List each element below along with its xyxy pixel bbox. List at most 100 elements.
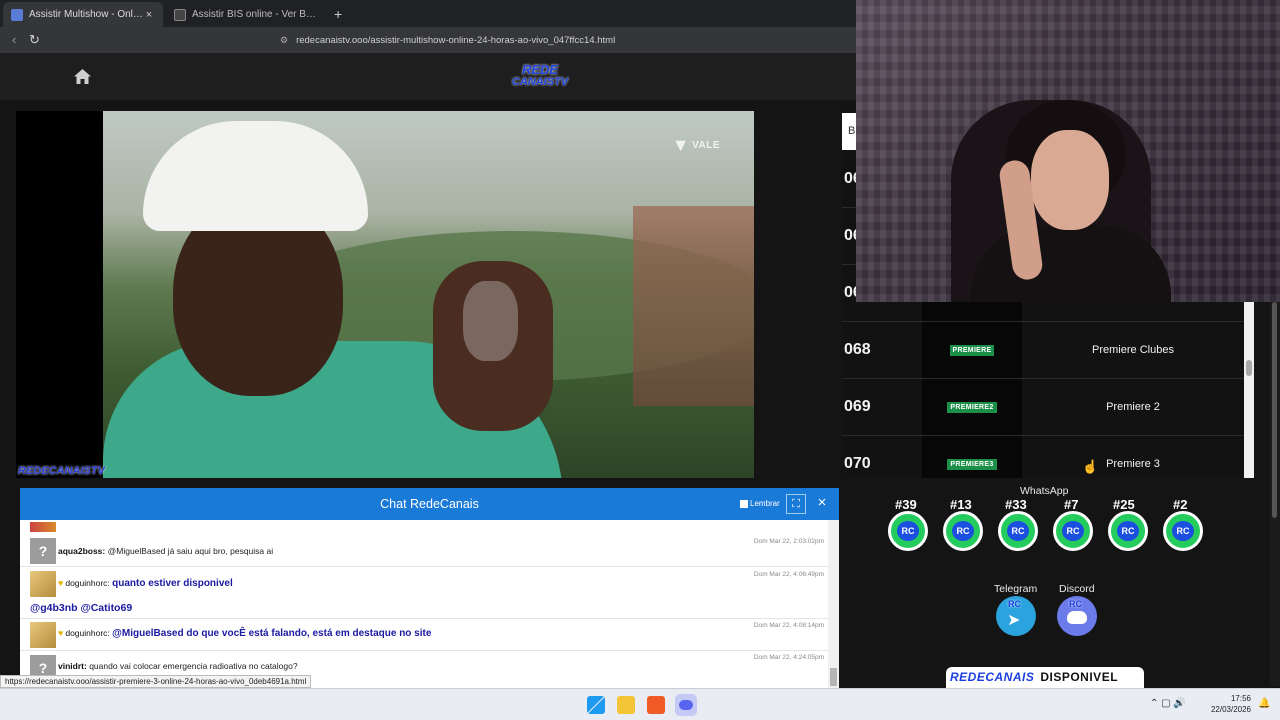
notification-icon[interactable]: 🔔 bbox=[1258, 698, 1270, 709]
start-button-icon[interactable] bbox=[587, 696, 605, 714]
remember-checkbox[interactable]: Lembrar bbox=[740, 499, 780, 508]
logo-line-1: REDE bbox=[521, 62, 559, 77]
channel-number: 068 bbox=[844, 341, 871, 358]
message-timestamp: Dom Mar 22, 4:08:14pm bbox=[753, 622, 824, 629]
video-frame[interactable]: ▼ VALE bbox=[103, 111, 754, 478]
tab-bis[interactable]: Assistir BIS online - Ver BIS online - A bbox=[166, 2, 326, 27]
whatsapp-group-number: #39 bbox=[895, 497, 917, 512]
site-header: REDE CANAISTV bbox=[0, 53, 856, 100]
checkbox-icon[interactable] bbox=[740, 499, 748, 508]
whatsapp-group-icon[interactable]: RC bbox=[943, 511, 983, 551]
link-status-bar: https://redecanaistv.ooo/assistir-premie… bbox=[0, 675, 312, 688]
new-tab-button[interactable]: + bbox=[334, 6, 342, 22]
webcam-overlay bbox=[856, 0, 1280, 302]
video-scene bbox=[143, 121, 368, 231]
scrollbar-thumb[interactable] bbox=[1272, 302, 1277, 518]
discord-app-icon[interactable] bbox=[675, 694, 697, 716]
taskbar: ⌃ ▢ 🔊 17:56 22/03/2026 🔔 bbox=[0, 688, 1280, 720]
channel-name: Premiere 3 bbox=[1106, 458, 1160, 470]
avatar bbox=[30, 522, 56, 532]
channel-logo: PREMIERE3 bbox=[922, 436, 1022, 478]
whatsapp-group-icon[interactable]: RC bbox=[1053, 511, 1093, 551]
site-logo[interactable]: REDE CANAISTV bbox=[502, 63, 578, 91]
message-author-line: vinidrt: quando vai colocar emergencia r… bbox=[58, 661, 298, 671]
system-tray-icons[interactable]: ⌃ ▢ 🔊 bbox=[1150, 698, 1186, 709]
site-watermark: REDECANAISTV bbox=[18, 465, 105, 477]
close-chat-button[interactable]: × bbox=[812, 494, 832, 514]
whatsapp-group-number: #33 bbox=[1005, 497, 1027, 512]
message-author-line: aqua2boss: @MiguelBased já saiu aqui bro… bbox=[58, 546, 274, 556]
message-text: quanto estiver disponivel bbox=[112, 578, 233, 589]
channel-number: 069 bbox=[844, 398, 871, 415]
message-author-line: ♥ doguinhorc: quanto estiver disponivel bbox=[58, 578, 233, 589]
discord-label: Discord bbox=[1059, 583, 1095, 595]
chat-scrollbar[interactable] bbox=[828, 520, 839, 688]
chat-header: Chat RedeCanais Lembrar ⛶ × bbox=[20, 488, 839, 520]
telegram-label: Telegram bbox=[994, 583, 1038, 595]
scrollbar-thumb[interactable] bbox=[830, 668, 837, 686]
chat-panel: Chat RedeCanais Lembrar ⛶ × ? aqua2boss:… bbox=[20, 488, 839, 688]
whatsapp-group-icon[interactable]: RC bbox=[1108, 511, 1148, 551]
video-player[interactable]: ▼ VALE REDECANAISTV bbox=[16, 111, 754, 478]
channel-name: Premiere Clubes bbox=[1092, 344, 1174, 356]
tab-close-icon[interactable]: × bbox=[143, 9, 155, 21]
channel-name: Premiere 2 bbox=[1106, 401, 1160, 413]
avatar: ? bbox=[30, 538, 56, 564]
chat-message: ♥ doguinhorc: quanto estiver disponivel D… bbox=[20, 567, 830, 619]
scrollbar-thumb[interactable] bbox=[1246, 360, 1252, 376]
expand-chat-button[interactable]: ⛶ bbox=[786, 494, 806, 514]
channel-row[interactable]: 069 PREMIERE2 Premiere 2 bbox=[842, 379, 1244, 436]
message-timestamp: Dom Mar 22, 4:06:49pm bbox=[753, 571, 824, 578]
whatsapp-group-icon[interactable]: RC bbox=[1163, 511, 1203, 551]
address-bar: ‹ ↻ ⚙ redecanaistv.ooo/assistir-multisho… bbox=[0, 27, 856, 53]
url-field[interactable]: ⚙ redecanaistv.ooo/assistir-multishow-on… bbox=[280, 31, 840, 49]
available-banner[interactable]: REDECANAIS DISPONIVEL bbox=[946, 667, 1144, 688]
social-links: WhatsApp #39 #13 #33 #7 #25 #2 RC RC RC … bbox=[842, 478, 1270, 688]
channel-row[interactable]: 068 PREMIERE Premiere Clubes bbox=[842, 322, 1244, 379]
channel-search-input[interactable]: B bbox=[842, 113, 856, 150]
chat-messages[interactable]: ? aqua2boss: @MiguelBased já saiu aqui b… bbox=[20, 520, 839, 688]
whatsapp-group-number: #7 bbox=[1064, 497, 1079, 512]
message-text: quando vai colocar emergencia radioativa… bbox=[89, 661, 298, 671]
browser-tab-bar: Assistir Multishow - Online - 24 | × Ass… bbox=[0, 0, 856, 27]
back-button[interactable]: ‹ bbox=[12, 32, 16, 47]
site-favicon-icon bbox=[11, 8, 23, 21]
whatsapp-group-number: #25 bbox=[1113, 497, 1135, 512]
message-timestamp: Dom Mar 22, 2:03:02pm bbox=[753, 538, 824, 545]
whatsapp-group-number: #13 bbox=[950, 497, 972, 512]
tab-multishow[interactable]: Assistir Multishow - Online - 24 | × bbox=[3, 2, 163, 27]
webcam-scene bbox=[1031, 130, 1109, 230]
chat-message: ? aqua2boss: @MiguelBased já saiu aqui b… bbox=[20, 534, 830, 567]
channel-row[interactable]: 070 PREMIERE3 Premiere 3 bbox=[842, 436, 1244, 478]
whatsapp-group-icon[interactable]: RC bbox=[998, 511, 1038, 551]
reload-button[interactable]: ↻ bbox=[29, 32, 40, 48]
taskbar-clock[interactable]: 17:56 22/03/2026 bbox=[1205, 693, 1251, 715]
page-scrollbar[interactable] bbox=[1270, 302, 1280, 686]
message-text: @MiguelBased já saiu aqui bro, pesquisa … bbox=[107, 546, 274, 556]
file-explorer-icon[interactable] bbox=[617, 696, 635, 714]
brave-browser-icon[interactable] bbox=[647, 696, 665, 714]
supporter-badge-icon: ♥ bbox=[58, 628, 64, 638]
message-author-line: ♥ doguinhorc: @MiguelBased do que vocÊ es… bbox=[58, 628, 432, 639]
site-favicon-icon bbox=[174, 8, 186, 21]
channel-logo: PREMIERE2 bbox=[922, 379, 1022, 435]
discord-icon[interactable]: RC bbox=[1057, 596, 1097, 636]
hand-cursor-icon: ☝ bbox=[1082, 459, 1099, 474]
message-text: @g4b3nb @Catito69 bbox=[30, 602, 133, 614]
home-icon[interactable] bbox=[74, 69, 91, 84]
vale-logo-icon: ▼ bbox=[671, 135, 691, 155]
avatar bbox=[30, 571, 56, 597]
telegram-icon[interactable]: RC ➤ bbox=[996, 596, 1036, 636]
video-scene bbox=[463, 281, 518, 361]
whatsapp-group-icon[interactable]: RC bbox=[888, 511, 928, 551]
channel-logo: PREMIERE bbox=[922, 322, 1022, 378]
channel-list-scrollbar[interactable] bbox=[1244, 302, 1254, 478]
video-scene bbox=[633, 206, 754, 406]
avatar bbox=[30, 622, 56, 648]
tab-label: Assistir Multishow - Online - 24 | bbox=[29, 9, 143, 20]
site-info-icon[interactable]: ⚙ bbox=[280, 35, 288, 46]
url-text: redecanaistv.ooo/assistir-multishow-onli… bbox=[296, 34, 616, 46]
whatsapp-label: WhatsApp bbox=[1020, 485, 1069, 497]
broadcaster-watermark: ▼ VALE bbox=[671, 135, 720, 155]
supporter-badge-icon: ♥ bbox=[58, 578, 64, 588]
